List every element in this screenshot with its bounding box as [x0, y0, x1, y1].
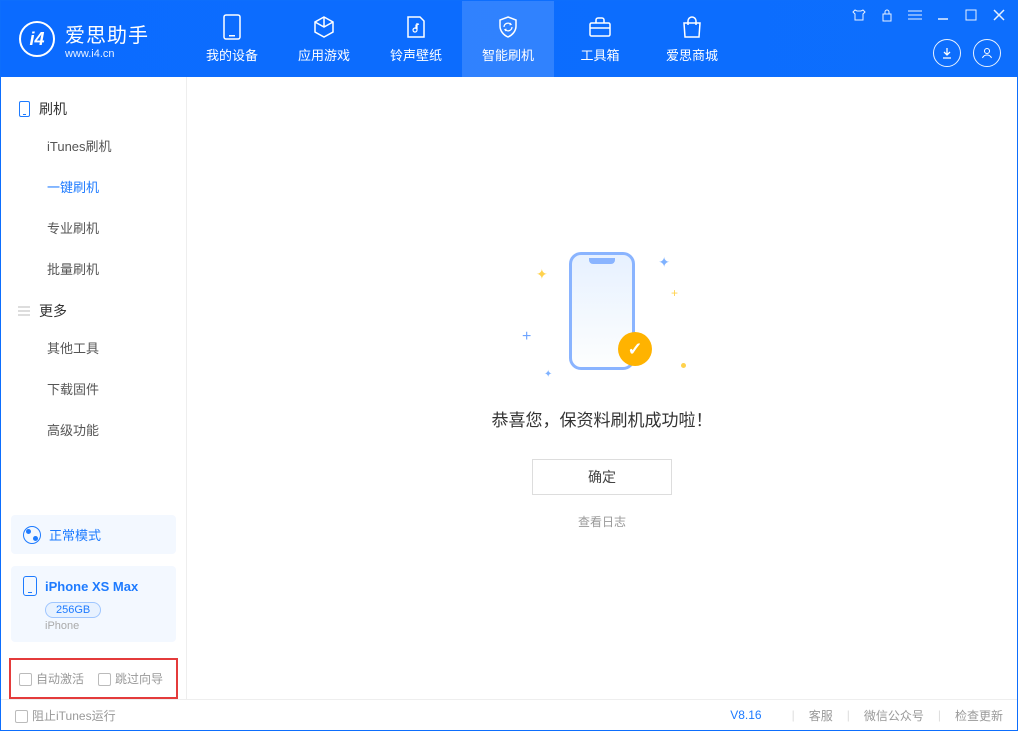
- list-icon: [17, 304, 31, 318]
- nav-label: 工具箱: [580, 45, 619, 64]
- nav-tab-toolbox[interactable]: 工具箱: [554, 1, 646, 77]
- app-subtitle: www.i4.cn: [65, 48, 149, 60]
- nav-label: 智能刷机: [482, 45, 534, 64]
- tshirt-icon[interactable]: [851, 7, 867, 23]
- success-illustration: ✓ ✦ ✦ ✦ + +: [562, 246, 642, 376]
- minimize-icon[interactable]: [935, 7, 951, 23]
- dot-icon: [681, 363, 686, 368]
- plus-icon: +: [522, 328, 531, 346]
- app-header: i4 爱思助手 www.i4.cn 我的设备 应用游戏 铃声壁纸 智能刷机 工具…: [1, 1, 1017, 77]
- nav-tab-store[interactable]: 爱思商城: [646, 1, 738, 77]
- section-title: 更多: [39, 301, 67, 321]
- nav-label: 铃声壁纸: [390, 45, 442, 64]
- toolbox-icon: [588, 15, 612, 39]
- checkbox-auto-activate[interactable]: 自动激活: [19, 670, 84, 687]
- device-icon: [23, 576, 37, 596]
- footer: 阻止iTunes运行 V8.16 | 客服 | 微信公众号 | 检查更新: [1, 699, 1017, 730]
- sparkle-icon: ✦: [658, 254, 670, 271]
- nav-tab-flash[interactable]: 智能刷机: [462, 1, 554, 77]
- mode-card[interactable]: 正常模式: [11, 515, 176, 554]
- sidebar: 刷机 iTunes刷机 一键刷机 专业刷机 批量刷机 更多 其他工具 下载固件 …: [1, 77, 187, 699]
- logo-icon: i4: [19, 21, 55, 57]
- checkbox-icon: [15, 710, 28, 723]
- main-content: ✓ ✦ ✦ ✦ + + 恭喜您，保资料刷机成功啦！ 确定 查看日志: [187, 77, 1017, 699]
- checkbox-icon: [19, 673, 32, 686]
- checkbox-label: 自动激活: [36, 672, 84, 686]
- nav-tab-ringtones[interactable]: 铃声壁纸: [370, 1, 462, 77]
- sidebar-item-pro-flash[interactable]: 专业刷机: [1, 207, 186, 248]
- checkbox-label: 跳过向导: [115, 672, 163, 686]
- mode-label: 正常模式: [49, 525, 101, 544]
- success-title: 恭喜您，保资料刷机成功啦！: [492, 406, 713, 431]
- mode-icon: [23, 526, 41, 544]
- nav-tabs: 我的设备 应用游戏 铃声壁纸 智能刷机 工具箱 爱思商城: [186, 1, 738, 77]
- ok-button[interactable]: 确定: [532, 459, 672, 495]
- shield-refresh-icon: [496, 15, 520, 39]
- nav-label: 我的设备: [206, 45, 258, 64]
- device-row: iPhone XS Max: [23, 576, 164, 596]
- cube-icon: [312, 15, 336, 39]
- device-type: iPhone: [45, 620, 164, 632]
- menu-icon[interactable]: [907, 7, 923, 23]
- user-button[interactable]: [973, 39, 1001, 67]
- checkbox-icon: [98, 673, 111, 686]
- sidebar-item-other-tools[interactable]: 其他工具: [1, 327, 186, 368]
- sidebar-item-advanced[interactable]: 高级功能: [1, 409, 186, 450]
- footer-link-update[interactable]: 检查更新: [955, 707, 1003, 724]
- logo-text: 爱思助手 www.i4.cn: [65, 19, 149, 60]
- music-file-icon: [404, 15, 428, 39]
- sidebar-section-flash: 刷机: [1, 87, 186, 125]
- device-icon: [220, 15, 244, 39]
- header-actions: [933, 39, 1001, 67]
- phone-notch: [589, 258, 615, 264]
- separator: |: [847, 708, 850, 722]
- sidebar-section-more: 更多: [1, 289, 186, 327]
- checkmark-badge-icon: ✓: [618, 332, 652, 366]
- device-name: iPhone XS Max: [45, 579, 138, 594]
- nav-label: 应用游戏: [298, 45, 350, 64]
- footer-link-wechat[interactable]: 微信公众号: [864, 707, 924, 724]
- nav-tab-mydevice[interactable]: 我的设备: [186, 1, 278, 77]
- section-title: 刷机: [39, 99, 67, 119]
- footer-left: 阻止iTunes运行: [15, 707, 116, 724]
- bag-icon: [680, 15, 704, 39]
- sidebar-item-batch-flash[interactable]: 批量刷机: [1, 248, 186, 289]
- nav-tab-apps[interactable]: 应用游戏: [278, 1, 370, 77]
- sidebar-scroll: 刷机 iTunes刷机 一键刷机 专业刷机 批量刷机 更多 其他工具 下载固件 …: [1, 77, 186, 509]
- footer-right: V8.16 | 客服 | 微信公众号 | 检查更新: [730, 707, 1003, 724]
- body: 刷机 iTunes刷机 一键刷机 专业刷机 批量刷机 更多 其他工具 下载固件 …: [1, 77, 1017, 699]
- separator: |: [938, 708, 941, 722]
- sparkle-icon: ✦: [544, 369, 552, 380]
- footer-link-support[interactable]: 客服: [809, 707, 833, 724]
- storage-badge: 256GB: [45, 602, 101, 618]
- view-log-link[interactable]: 查看日志: [578, 513, 626, 530]
- download-button[interactable]: [933, 39, 961, 67]
- window-controls: [851, 7, 1007, 23]
- app-title: 爱思助手: [65, 19, 149, 48]
- sidebar-item-oneclick-flash[interactable]: 一键刷机: [1, 166, 186, 207]
- logo-area: i4 爱思助手 www.i4.cn: [1, 19, 186, 60]
- nav-label: 爱思商城: [666, 45, 718, 64]
- maximize-icon[interactable]: [963, 7, 979, 23]
- sidebar-item-itunes-flash[interactable]: iTunes刷机: [1, 125, 186, 166]
- plus-icon: +: [671, 286, 678, 300]
- highlighted-options: 自动激活 跳过向导: [9, 658, 178, 699]
- phone-icon: [17, 102, 31, 116]
- device-card[interactable]: iPhone XS Max 256GB iPhone: [11, 566, 176, 642]
- separator: |: [792, 708, 795, 722]
- close-icon[interactable]: [991, 7, 1007, 23]
- lock-icon[interactable]: [879, 7, 895, 23]
- checkbox-skip-guide[interactable]: 跳过向导: [98, 670, 163, 687]
- version-label: V8.16: [730, 708, 761, 722]
- sidebar-item-download-firmware[interactable]: 下载固件: [1, 368, 186, 409]
- checkbox-label: 阻止iTunes运行: [32, 709, 116, 723]
- sparkle-icon: ✦: [536, 266, 548, 283]
- checkbox-block-itunes[interactable]: 阻止iTunes运行: [15, 707, 116, 724]
